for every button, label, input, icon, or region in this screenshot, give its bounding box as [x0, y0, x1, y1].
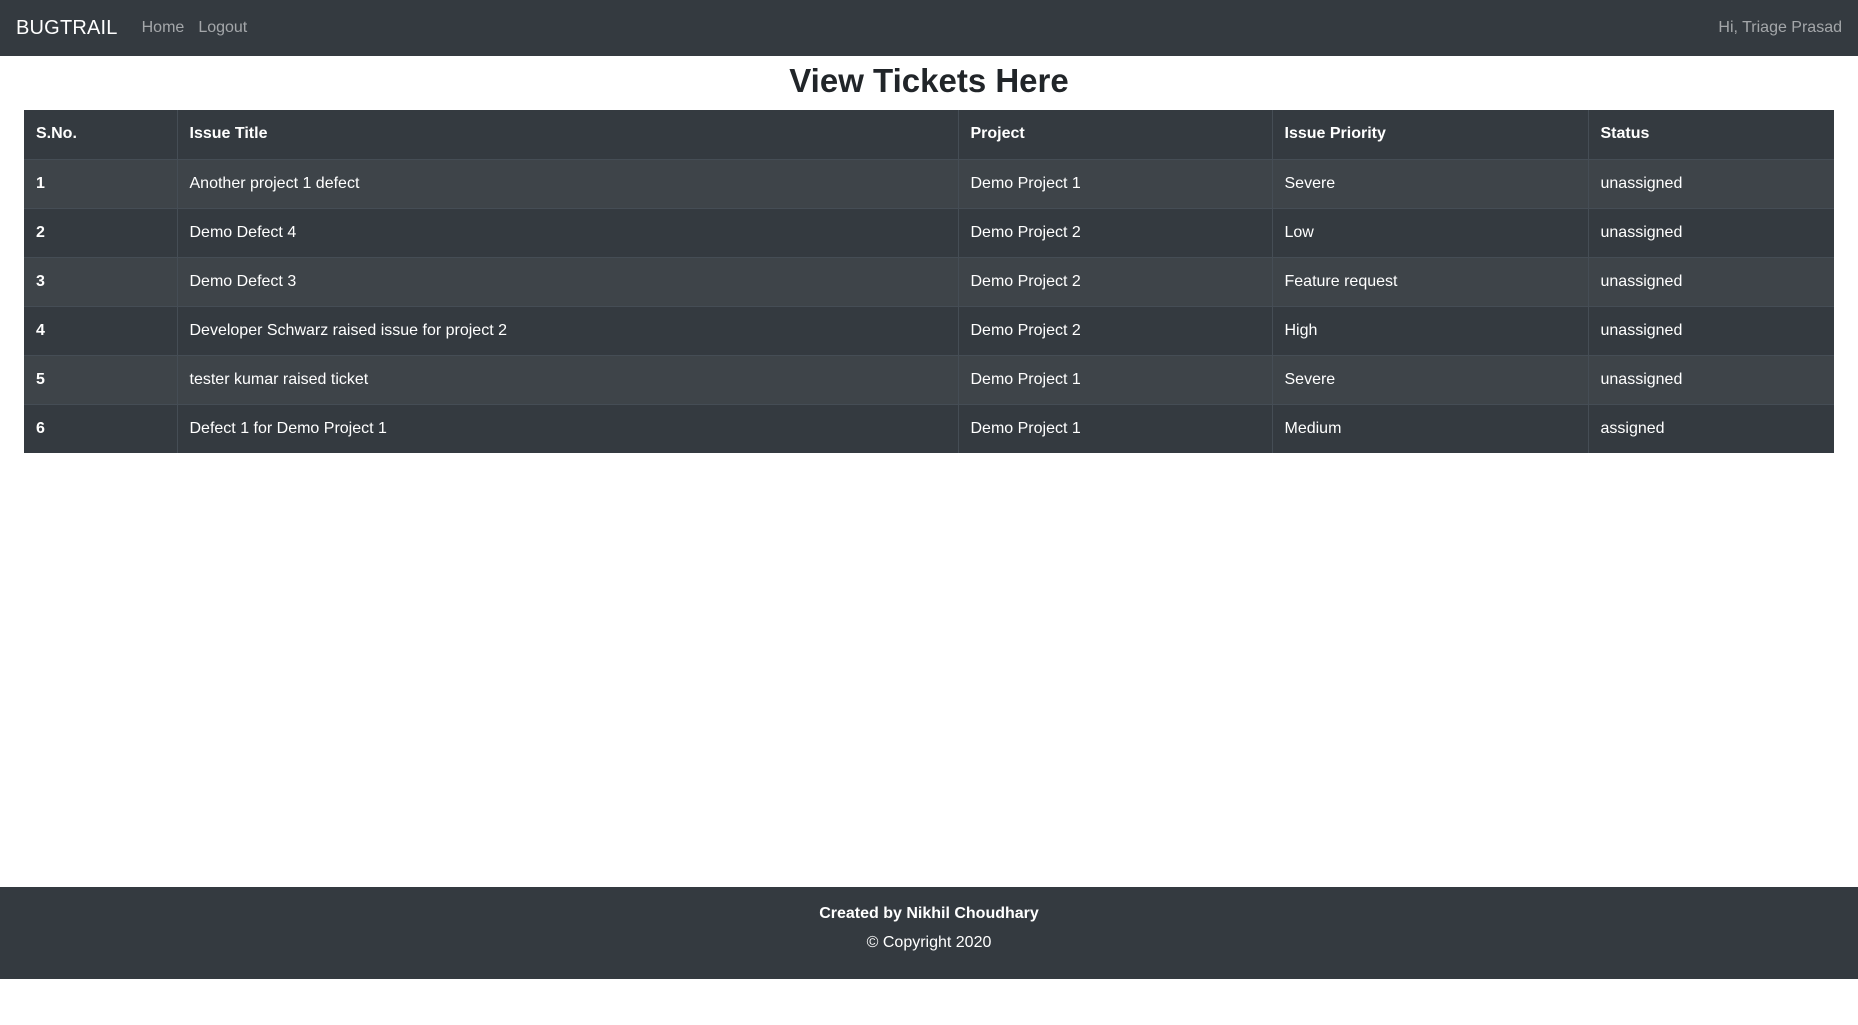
- cell-project: Demo Project 2: [958, 256, 1273, 306]
- cell-project: Demo Project 1: [958, 403, 1273, 453]
- cell-issue-title: tester kumar raised ticket: [177, 354, 959, 404]
- cell-project: Demo Project 1: [958, 158, 1273, 208]
- header-status: Status: [1600, 125, 1650, 143]
- footer-copyright: © Copyright 2020: [866, 934, 992, 951]
- cell-priority: High: [1272, 305, 1589, 355]
- cell-project: Demo Project 2: [958, 305, 1273, 355]
- table-row[interactable]: 4 Developer Schwarz raised issue for pro…: [24, 305, 1834, 355]
- cell-priority: Low: [1272, 207, 1589, 257]
- cell-issue-title: Demo Defect 4: [177, 207, 959, 257]
- cell-sno: 4: [24, 305, 178, 355]
- cell-status: unassigned: [1588, 354, 1834, 404]
- cell-status: unassigned: [1588, 256, 1834, 306]
- cell-priority: Severe: [1272, 158, 1589, 208]
- cell-status: unassigned: [1588, 207, 1834, 257]
- cell-project: Demo Project 2: [958, 207, 1273, 257]
- cell-project: Demo Project 1: [958, 354, 1273, 404]
- table-body: 1 Another project 1 defect Demo Project …: [24, 158, 1834, 453]
- cell-issue-title: Defect 1 for Demo Project 1: [177, 403, 959, 453]
- navbar: BUGTRAIL Home Logout Hi, Triage Prasad: [0, 0, 1858, 56]
- nav-link-logout[interactable]: Logout: [198, 19, 247, 37]
- cell-sno: 2: [24, 207, 178, 257]
- cell-sno: 5: [24, 354, 178, 404]
- tickets-table-container: S.No. Issue Title Project Issue Priority…: [24, 110, 1834, 453]
- cell-sno: 3: [24, 256, 178, 306]
- cell-priority: Medium: [1272, 403, 1589, 453]
- nav-link-home[interactable]: Home: [142, 19, 185, 37]
- table-row[interactable]: 5 tester kumar raised ticket Demo Projec…: [24, 354, 1834, 404]
- footer: Created by Nikhil Choudhary © Copyright …: [0, 887, 1858, 979]
- user-greeting: Hi, Triage Prasad: [1718, 19, 1842, 36]
- tickets-table: S.No. Issue Title Project Issue Priority…: [24, 110, 1834, 453]
- header-row: S.No. Issue Title Project Issue Priority…: [24, 110, 1834, 159]
- footer-credit: Created by Nikhil Choudhary: [819, 905, 1039, 922]
- table-row[interactable]: 2 Demo Defect 4 Demo Project 2 Low unass…: [24, 207, 1834, 257]
- cell-sno: 6: [24, 403, 178, 453]
- header-sno: S.No.: [24, 110, 178, 159]
- brand-link[interactable]: BUGTRAIL: [16, 17, 118, 40]
- cell-issue-title: Developer Schwarz raised issue for proje…: [177, 305, 959, 355]
- header-project: Project: [958, 110, 1273, 159]
- page-title: View Tickets Here: [789, 62, 1069, 99]
- cell-status: unassigned: [1588, 158, 1834, 208]
- cell-priority: Severe: [1272, 354, 1589, 404]
- cell-status: assigned: [1588, 403, 1834, 453]
- header-issue-title: Issue Title: [177, 110, 959, 159]
- cell-priority: Feature request: [1272, 256, 1589, 306]
- header-issue-priority: Issue Priority: [1272, 110, 1589, 159]
- table-row[interactable]: 1 Another project 1 defect Demo Project …: [24, 158, 1834, 208]
- table-header: S.No. Issue Title Project Issue Priority…: [24, 110, 1834, 159]
- table-row[interactable]: 6 Defect 1 for Demo Project 1 Demo Proje…: [24, 403, 1834, 453]
- cell-issue-title: Another project 1 defect: [177, 158, 959, 208]
- cell-issue-title: Demo Defect 3: [177, 256, 959, 306]
- table-row[interactable]: 3 Demo Defect 3 Demo Project 2 Feature r…: [24, 256, 1834, 306]
- cell-status: unassigned: [1588, 305, 1834, 355]
- cell-sno: 1: [24, 158, 178, 208]
